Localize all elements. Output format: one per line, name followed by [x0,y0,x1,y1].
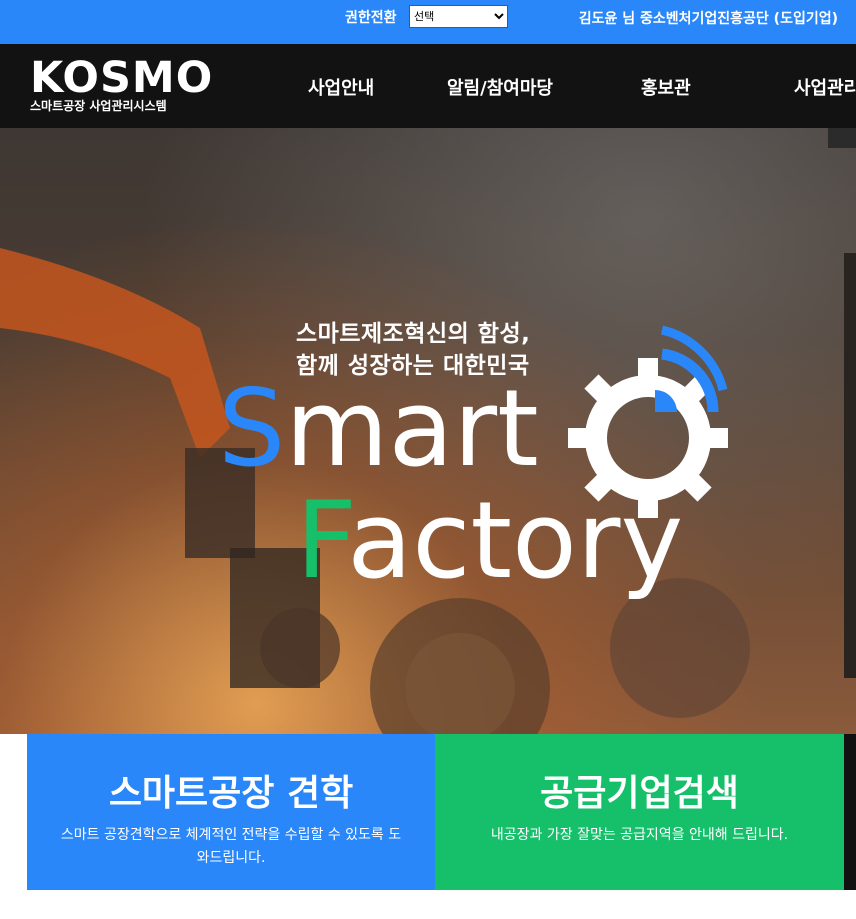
next-card-edge [844,734,856,890]
nav-item-pr-hall[interactable]: 홍보관 [641,74,691,100]
supplier-search-title: 공급기업검색 [540,773,739,814]
kosmo-logo[interactable]: KOSMO 스마트공장 사업관리시스템 [30,57,213,114]
hero-word-smart-rest: mart [285,367,539,490]
hero-word-factory: Factory [296,488,683,594]
hero-word-smart: Smart [218,376,539,482]
permission-select[interactable]: 선택 [409,5,508,28]
main-navigation: KOSMO 스마트공장 사업관리시스템 사업안내 알림/참여마당 홍보관 사업관… [0,44,856,128]
factory-tour-card[interactable]: 스마트공장 견학 스마트 공장견학으로 체계적인 전략을 수립할 수 있도록 도… [27,734,435,890]
user-info-text: 김도윤 님 중소벤처기업진흥공단 (도입기업) [578,11,838,27]
hero-banner: 스마트제조혁신의 함성, 함께 성장하는 대한민국 Smart Factory [0,128,856,734]
nav-item-business-management[interactable]: 사업관리 [794,74,856,100]
factory-tour-description: 스마트 공장견학으로 체계적인 전략을 수립할 수 있도록 도와드립니다. [60,827,402,866]
hero-word-smart-initial: S [218,367,286,490]
nav-item-notice-participation[interactable]: 알림/참여마당 [447,74,553,100]
hero-word-factory-initial: F [296,479,348,602]
logo-wordmark: KOSMO [30,53,214,103]
hero-slogan-line1: 스마트제조혁신의 함성, [296,321,531,347]
supplier-search-card[interactable]: 공급기업검색 내공장과 가장 잘맞는 공급지역을 안내해 드립니다. [435,734,844,890]
left-margin [0,734,27,890]
supplier-search-description: 내공장과 가장 잘맞는 공급지역을 안내해 드립니다. [490,827,789,843]
permission-switch-label: 권한전환 [345,10,397,26]
factory-tour-title: 스마트공장 견학 [108,773,354,814]
nav-item-business-info[interactable]: 사업안내 [308,74,374,100]
hero-word-factory-rest: actory [347,479,684,602]
top-utility-bar: 권한전환 선택 김도윤 님 중소벤처기업진흥공단 (도입기업) [0,0,856,44]
